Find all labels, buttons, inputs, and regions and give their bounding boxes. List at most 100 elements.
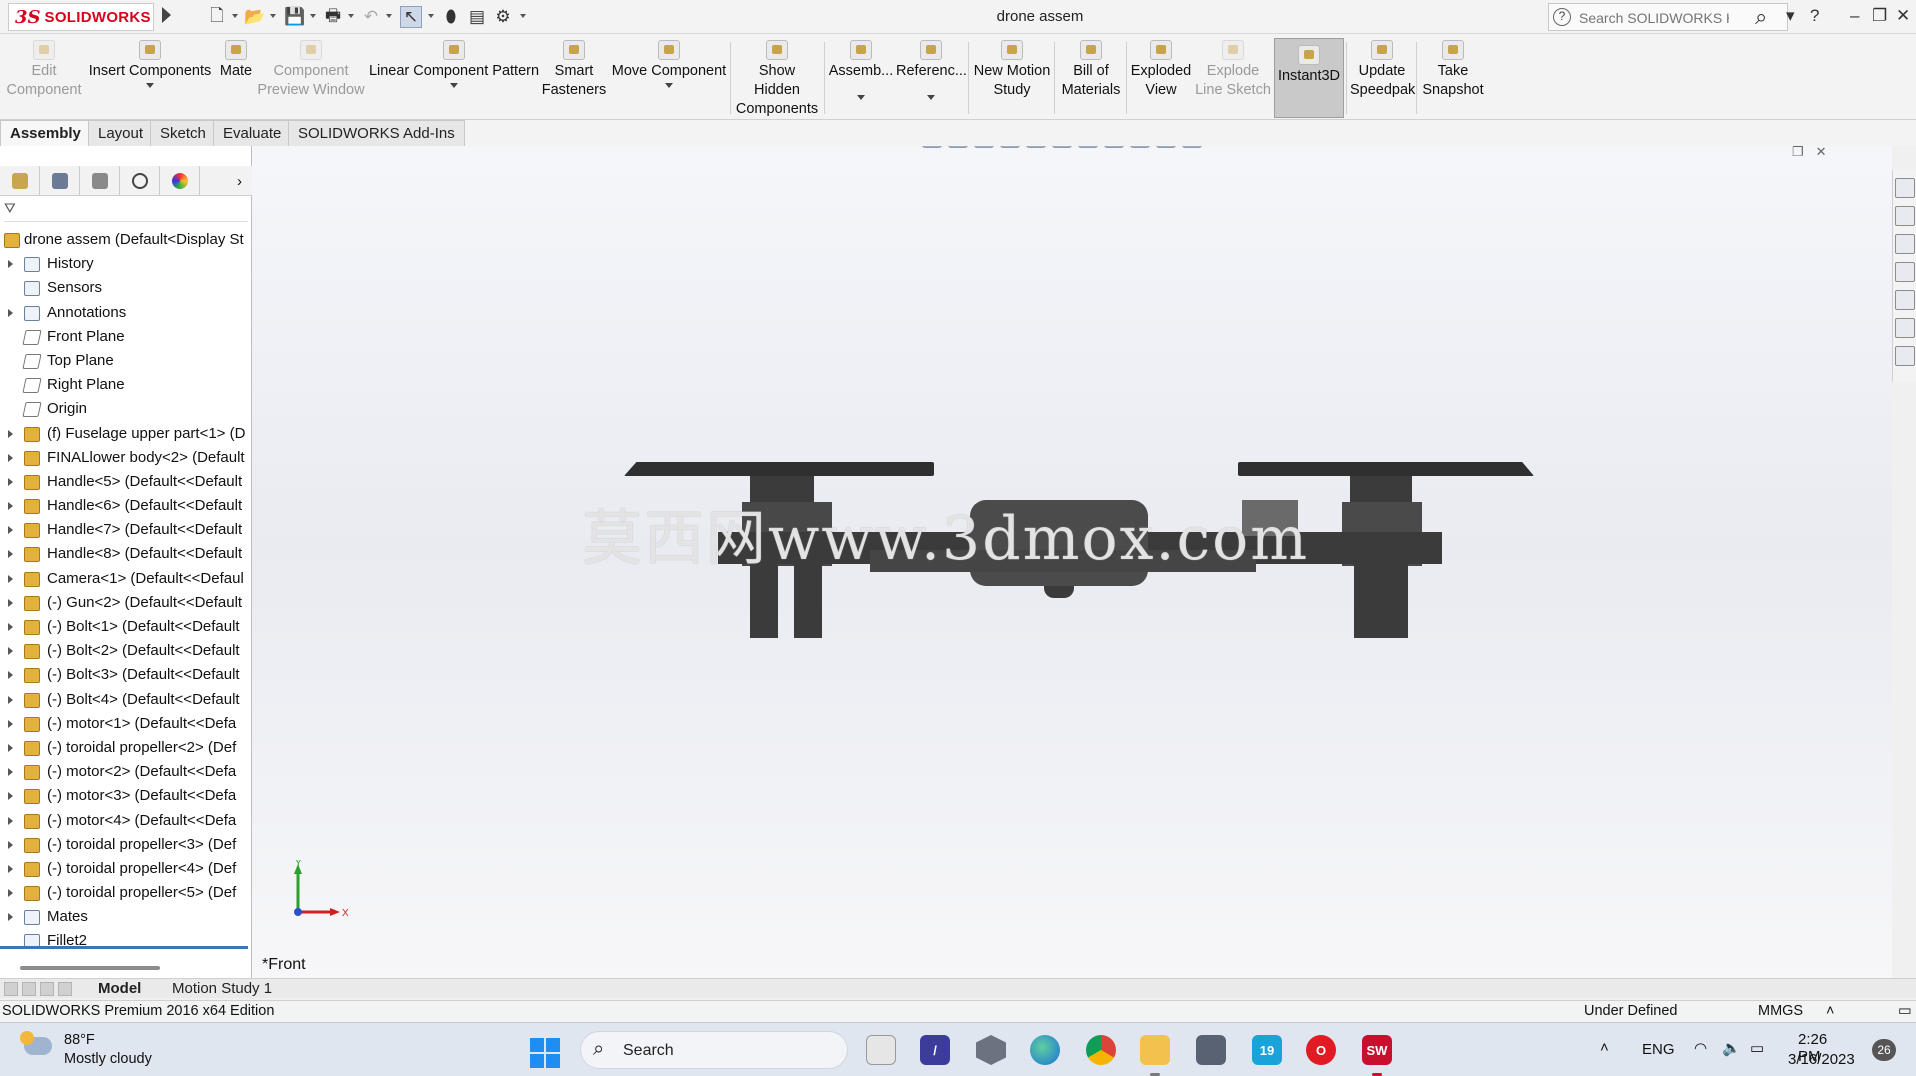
property-manager-tab[interactable]	[40, 166, 80, 196]
tab-evaluate[interactable]: Evaluate	[213, 120, 292, 146]
chevron-down-icon[interactable]	[310, 14, 316, 18]
nav-first-icon[interactable]	[4, 982, 18, 996]
tree-item[interactable]: Handle<6> (Default<<Default	[0, 494, 252, 518]
chevron-down-icon[interactable]	[927, 95, 935, 100]
taskbar-search[interactable]: ⌕ Search	[580, 1031, 848, 1069]
minimize-button[interactable]: –	[1850, 6, 1859, 26]
solidworks-taskbar-icon[interactable]: SW	[1362, 1035, 1392, 1065]
chevron-down-icon[interactable]	[450, 83, 458, 88]
expand-arrow-icon[interactable]	[8, 598, 13, 607]
component-preview-window-button[interactable]: Component Preview Window	[256, 40, 366, 116]
tree-item[interactable]: (-) Bolt<3> (Default<<Default	[0, 663, 252, 687]
expand-arrow-icon[interactable]	[8, 816, 13, 825]
file-explorer-icon[interactable]	[1894, 234, 1915, 254]
tree-root-assembly[interactable]: drone assem (Default<Display St	[0, 228, 252, 252]
tree-item[interactable]: Sensors	[0, 276, 252, 300]
edge-browser-icon[interactable]	[1030, 1035, 1060, 1065]
tree-item[interactable]: Front Plane	[0, 325, 252, 349]
tree-item[interactable]: Mates	[0, 905, 252, 929]
undo-icon[interactable]: ↶	[360, 6, 382, 28]
solidworks-logo[interactable]: 3S SOLIDWORKS	[8, 3, 154, 31]
expand-arrow-icon[interactable]	[8, 574, 13, 583]
tab-motion-study-1[interactable]: Motion Study 1	[172, 979, 272, 999]
move-component-button[interactable]: Move Component	[610, 40, 728, 116]
expand-arrow-icon[interactable]	[8, 889, 13, 898]
bill-of-materials-button[interactable]: Bill of Materials	[1058, 40, 1124, 116]
options-gear-icon[interactable]: ⚙	[492, 6, 514, 28]
notification-badge[interactable]: 26	[1872, 1039, 1896, 1061]
opera-browser-icon[interactable]: O	[1306, 1035, 1336, 1065]
tree-item[interactable]: (-) Bolt<4> (Default<<Default	[0, 688, 252, 712]
tree-item[interactable]: Handle<8> (Default<<Default	[0, 542, 252, 566]
search-dropdown-icon[interactable]: ▾	[1786, 6, 1795, 26]
expand-arrow-icon[interactable]	[8, 647, 13, 656]
chevron-down-icon[interactable]	[270, 14, 276, 18]
tree-item[interactable]: Handle<7> (Default<<Default	[0, 518, 252, 542]
chevron-down-icon[interactable]	[348, 14, 354, 18]
tree-item[interactable]: (-) Bolt<1> (Default<<Default	[0, 615, 252, 639]
clock-date[interactable]: 3/16/2023	[1788, 1051, 1855, 1068]
expand-arrow-icon[interactable]	[8, 743, 13, 752]
tree-item[interactable]: (-) motor<4> (Default<<Defa	[0, 809, 252, 833]
expand-arrow-icon[interactable]	[8, 695, 13, 704]
tree-item[interactable]: (-) toroidal propeller<5> (Def	[0, 881, 252, 905]
tree-item[interactable]: (-) motor<2> (Default<<Defa	[0, 760, 252, 784]
chevron-down-icon[interactable]	[520, 14, 526, 18]
help-button[interactable]: ?	[1810, 6, 1819, 26]
chevron-down-icon[interactable]	[857, 95, 865, 100]
weather-cloud-icon[interactable]	[20, 1031, 52, 1055]
help-search[interactable]: ?	[1548, 3, 1788, 31]
unit-system-selector[interactable]: MMGS	[1758, 1001, 1803, 1022]
search-icon[interactable]: ⌕	[1755, 4, 1767, 30]
tab-solidworks-add-ins[interactable]: SOLIDWORKS Add-Ins	[288, 120, 465, 146]
tree-horizontal-scrollbar[interactable]	[20, 966, 160, 970]
tree-item[interactable]: FINALlower body<2> (Default	[0, 446, 252, 470]
tree-item[interactable]: Annotations	[0, 301, 252, 325]
battery-icon[interactable]: ▭	[1750, 1039, 1764, 1057]
tab-model[interactable]: Model	[98, 979, 141, 999]
tree-item[interactable]: (-) toroidal propeller<4> (Def	[0, 857, 252, 881]
tree-item[interactable]: (-) motor<1> (Default<<Defa	[0, 712, 252, 736]
expand-arrow-icon[interactable]	[8, 453, 13, 462]
feature-manager-tab[interactable]	[0, 166, 40, 196]
mate-button[interactable]: Mate	[214, 40, 258, 116]
expand-arrow-icon[interactable]	[8, 260, 13, 269]
nav-previous-icon[interactable]	[22, 982, 36, 996]
edit-component-button[interactable]: Edit Component	[4, 40, 84, 116]
chevron-down-icon[interactable]	[146, 83, 154, 88]
configuration-manager-tab[interactable]	[80, 166, 120, 196]
input-language[interactable]: ENG	[1642, 1041, 1675, 1058]
file-explorer-icon[interactable]	[1140, 1035, 1170, 1065]
save-icon[interactable]: 💾	[284, 6, 306, 28]
appearances-icon[interactable]	[1894, 290, 1915, 310]
display-manager-tab[interactable]	[160, 166, 200, 196]
search-input[interactable]	[1579, 8, 1729, 28]
tree-item[interactable]: Fillet2	[0, 929, 252, 953]
expand-arrow-icon[interactable]	[8, 502, 13, 511]
expand-arrow-icon[interactable]	[8, 768, 13, 777]
take-snapshot-button[interactable]: Take Snapshot	[1420, 40, 1486, 116]
exploded-view-button[interactable]: Exploded View	[1130, 40, 1192, 116]
volume-icon[interactable]: 🔈	[1722, 1039, 1741, 1057]
tree-item[interactable]: (-) toroidal propeller<3> (Def	[0, 833, 252, 857]
new-motion-study-button[interactable]: New Motion Study	[972, 40, 1052, 116]
reference-geometry-button[interactable]: Referenc...	[896, 40, 967, 116]
unity-app-icon[interactable]	[976, 1035, 1006, 1065]
tab-layout[interactable]: Layout	[88, 120, 154, 146]
custom-properties-icon[interactable]	[1894, 318, 1915, 338]
assembly-features-button[interactable]: Assemb...	[828, 40, 894, 116]
solidworks-resources-icon[interactable]	[1894, 178, 1915, 198]
expand-arrow-icon[interactable]	[8, 550, 13, 559]
open-folder-icon[interactable]: 📂	[244, 6, 266, 28]
expand-arrow-icon[interactable]	[8, 671, 13, 680]
linear-component-pattern-button[interactable]: Linear Component Pattern	[368, 40, 540, 116]
instant3d-button[interactable]: Instant3D	[1274, 38, 1344, 118]
new-document-icon[interactable]: 🗋	[206, 6, 228, 28]
chevron-up-icon[interactable]: ˄	[1826, 1001, 1834, 1022]
menu-expand-arrow-icon[interactable]	[162, 7, 171, 23]
tab-sketch[interactable]: Sketch	[150, 120, 216, 146]
insert-components-button[interactable]: Insert Components	[88, 40, 212, 116]
tree-item[interactable]: (-) Bolt<2> (Default<<Default	[0, 639, 252, 663]
file-properties-icon[interactable]: ▤	[466, 6, 488, 28]
restore-button[interactable]: ❐	[1872, 6, 1887, 26]
